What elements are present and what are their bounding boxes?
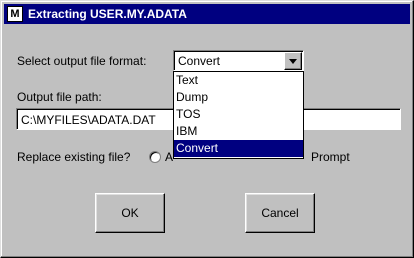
- format-option-ibm[interactable]: IBM: [174, 123, 303, 140]
- format-dropdown-list: Text Dump TOS IBM Convert: [173, 71, 304, 159]
- path-label: Output file path:: [17, 90, 102, 104]
- format-select-value: Convert: [178, 54, 221, 68]
- format-option-tos[interactable]: TOS: [174, 106, 303, 123]
- ok-button[interactable]: OK: [95, 193, 165, 233]
- replace-option-always-label[interactable]: A: [165, 150, 173, 164]
- format-select[interactable]: Convert: [173, 50, 304, 71]
- cancel-button[interactable]: Cancel: [245, 193, 315, 233]
- format-dropdown-button[interactable]: [284, 52, 302, 70]
- app-icon[interactable]: M: [7, 6, 23, 22]
- format-option-dump[interactable]: Dump: [174, 89, 303, 106]
- replace-option-prompt-label[interactable]: Prompt: [311, 150, 350, 164]
- format-label: Select output file format:: [17, 54, 147, 68]
- format-option-convert[interactable]: Convert: [174, 140, 303, 157]
- title-bar[interactable]: M Extracting USER.MY.ADATA: [4, 4, 410, 24]
- output-path-value: C:\MYFILES\ADATA.DAT: [21, 113, 156, 127]
- format-option-text[interactable]: Text: [174, 72, 303, 89]
- window-title: Extracting USER.MY.ADATA: [28, 7, 187, 21]
- replace-label: Replace existing file?: [17, 150, 131, 164]
- chevron-down-icon: [289, 59, 297, 64]
- extract-dialog: M Extracting USER.MY.ADATA Select output…: [0, 0, 414, 258]
- replace-option-always-radio[interactable]: [149, 151, 161, 163]
